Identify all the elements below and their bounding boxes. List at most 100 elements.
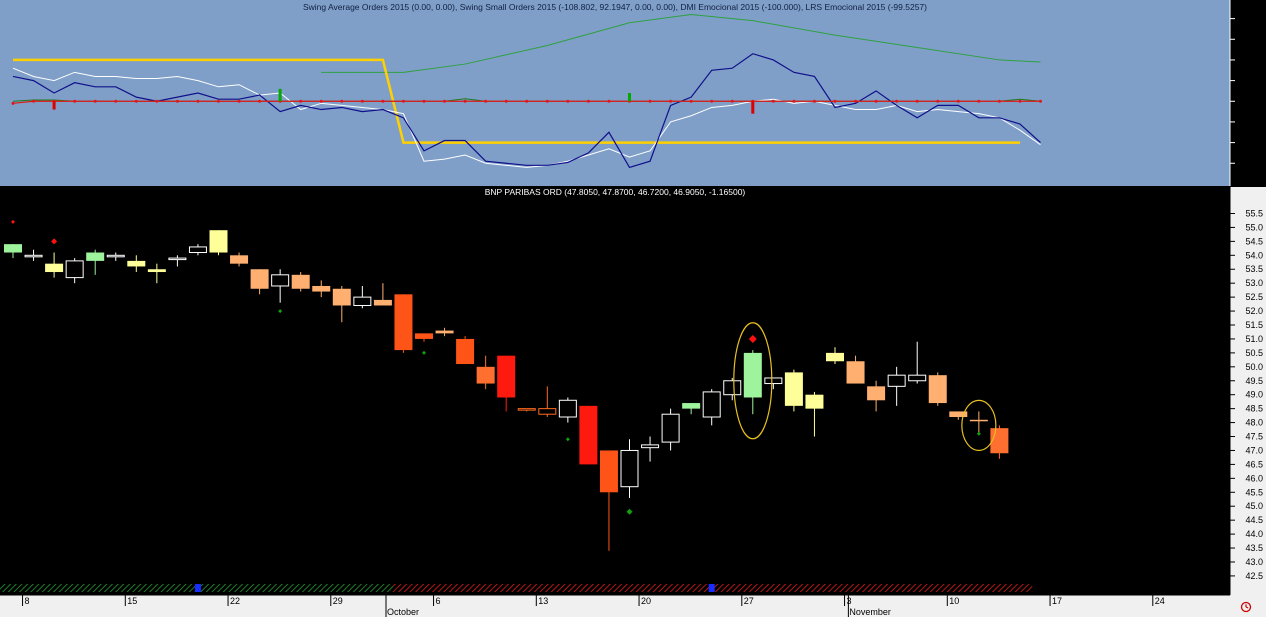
candle-body bbox=[168, 257, 187, 261]
date-tick-label: 3 bbox=[847, 596, 852, 606]
candle-body bbox=[784, 372, 803, 406]
date-tick-label: 24 bbox=[1155, 596, 1165, 606]
red-zero-dot bbox=[175, 99, 179, 103]
candle-body bbox=[846, 361, 865, 384]
price-y-tick-label: 43.5 bbox=[1245, 543, 1263, 553]
indicator-y-tick-label: -50 bbox=[1249, 117, 1262, 127]
candle-body bbox=[579, 405, 598, 465]
red-zero-dot bbox=[895, 99, 899, 103]
candle-body bbox=[250, 269, 269, 289]
date-tick-label: 6 bbox=[436, 596, 441, 606]
candle-body bbox=[990, 428, 1009, 454]
price-y-tick-label: 42.5 bbox=[1245, 571, 1263, 581]
candle-body bbox=[415, 333, 433, 339]
date-tick-label: 17 bbox=[1052, 596, 1062, 606]
candle-body bbox=[209, 230, 228, 253]
signal-spike bbox=[628, 93, 631, 102]
candle-body bbox=[106, 254, 125, 258]
candle-body bbox=[805, 394, 824, 409]
candle-body bbox=[641, 444, 660, 449]
red-zero-dot bbox=[586, 99, 590, 103]
price-y-tick-label: 55.0 bbox=[1245, 222, 1263, 232]
indicator-y-tick-label: 100 bbox=[1247, 55, 1262, 65]
candle-body bbox=[969, 419, 988, 422]
date-tick-label: 13 bbox=[538, 596, 548, 606]
red-zero-dot bbox=[32, 99, 36, 103]
candle-body bbox=[661, 413, 680, 443]
red-zero-dot bbox=[854, 99, 858, 103]
candle-body bbox=[723, 380, 742, 396]
indicator-y-tick-label: 200 bbox=[1247, 14, 1262, 24]
date-tick-label: 29 bbox=[333, 596, 343, 606]
candle-body bbox=[476, 366, 495, 384]
signal-spike bbox=[751, 101, 755, 114]
red-zero-dot bbox=[319, 99, 323, 103]
candle-body bbox=[887, 374, 906, 387]
price-y-tick-label: 52.5 bbox=[1245, 292, 1263, 302]
candle-body bbox=[538, 408, 557, 415]
price-y-tick-label: 48.0 bbox=[1245, 418, 1263, 428]
indicator-y-tick-label: 50 bbox=[1252, 76, 1262, 86]
candle-body bbox=[558, 399, 577, 418]
red-zero-dot bbox=[93, 99, 97, 103]
red-zero-dot bbox=[504, 99, 508, 103]
price-y-tick-label: 49.5 bbox=[1245, 376, 1263, 386]
price-y-tick-label: 47.0 bbox=[1245, 445, 1263, 455]
price-panel-background bbox=[0, 187, 1230, 584]
price-y-tick-label: 51.0 bbox=[1245, 334, 1263, 344]
candle-body bbox=[271, 274, 290, 287]
red-zero-dot bbox=[689, 99, 693, 103]
date-tick-label: 27 bbox=[744, 596, 754, 606]
indicator-panel-title: Swing Average Orders 2015 (0.00, 0.00), … bbox=[303, 2, 927, 12]
red-zero-dot bbox=[134, 99, 138, 103]
price-y-tick-label: 50.5 bbox=[1245, 348, 1263, 358]
price-y-tick-label: 47.5 bbox=[1245, 432, 1263, 442]
red-zero-dot bbox=[463, 99, 467, 103]
candle-body bbox=[188, 246, 207, 254]
red-zero-dot bbox=[566, 99, 570, 103]
candle-body bbox=[456, 338, 475, 365]
red-zero-dot bbox=[525, 99, 529, 103]
candle-body bbox=[65, 260, 84, 279]
price-y-tick-label: 51.5 bbox=[1245, 320, 1263, 330]
red-zero-dot bbox=[812, 99, 816, 103]
candle-body bbox=[435, 330, 454, 334]
candle-body bbox=[332, 288, 351, 306]
price-y-tick-label: 50.0 bbox=[1245, 362, 1263, 372]
date-tick-label: 10 bbox=[949, 596, 959, 606]
signal-band bbox=[0, 584, 1033, 592]
date-tick-label: 22 bbox=[230, 596, 240, 606]
red-zero-dot bbox=[217, 99, 220, 103]
price-y-tick-label: 53.5 bbox=[1245, 264, 1263, 274]
red-zero-dot bbox=[196, 99, 200, 103]
price-y-tick-label: 45.0 bbox=[1245, 501, 1263, 511]
red-zero-dot bbox=[73, 99, 77, 103]
indicator-y-tick-label: -100 bbox=[1244, 138, 1262, 148]
candle-body bbox=[682, 403, 701, 409]
price-y-tick-label: 44.5 bbox=[1245, 515, 1263, 525]
candle-body bbox=[230, 255, 249, 264]
red-zero-dot bbox=[114, 99, 118, 103]
date-tick-label: 15 bbox=[127, 596, 137, 606]
candle-body bbox=[147, 269, 166, 273]
date-axis: 8 15 22 29 6 13 20 27 3 10 17 24 October November bbox=[0, 594, 1266, 617]
red-zero-dot bbox=[997, 99, 1001, 103]
price-y-tick-label: 53.0 bbox=[1245, 278, 1263, 288]
price-y-tick-label: 54.0 bbox=[1245, 250, 1263, 260]
candle-body bbox=[599, 450, 618, 493]
red-zero-dot bbox=[484, 99, 488, 103]
candle-body bbox=[45, 263, 64, 273]
candle-body bbox=[353, 296, 372, 306]
red-zero-dot bbox=[237, 99, 241, 103]
price-panel: BNP PARIBAS ORD (47.8050, 47.8700, 46.72… bbox=[0, 187, 1266, 595]
red-zero-dot bbox=[360, 99, 364, 103]
price-y-tick-label: 46.5 bbox=[1245, 459, 1263, 469]
date-tick-label: 20 bbox=[641, 596, 651, 606]
red-zero-dot bbox=[1018, 99, 1022, 103]
month-label: October bbox=[387, 607, 419, 617]
red-zero-dot bbox=[833, 99, 837, 103]
candle-body bbox=[517, 408, 536, 411]
candle-body bbox=[394, 294, 413, 351]
candle-body bbox=[743, 352, 762, 398]
candle-body bbox=[826, 352, 844, 362]
